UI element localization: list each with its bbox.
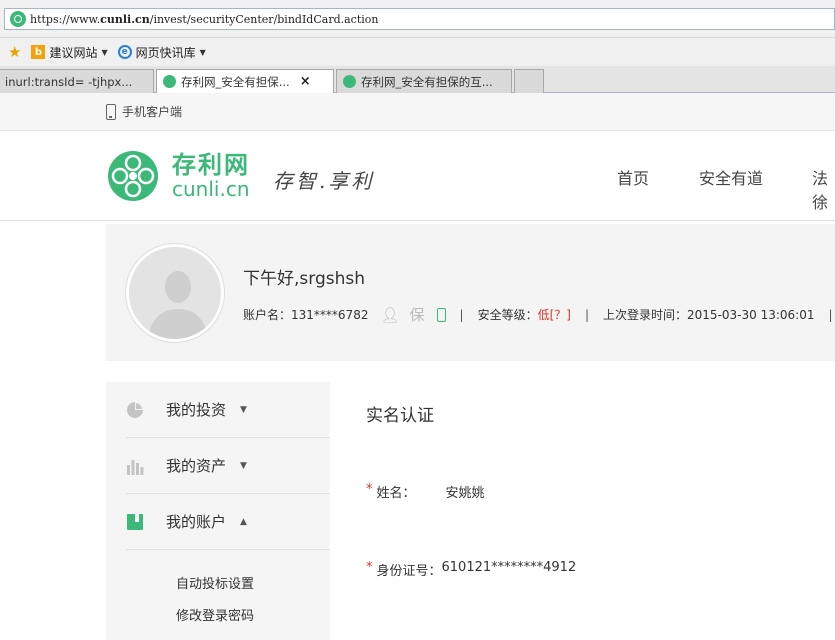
sidebar-item-account[interactable]: 我的账户 ▲ xyxy=(126,494,330,550)
tab-label: inurl:transId= -tjhpx... xyxy=(5,74,133,89)
logo-text: 存利网 cunli.cn xyxy=(172,152,250,200)
required-mark: * xyxy=(366,560,373,575)
chevron-down-icon: ▼ xyxy=(101,47,108,57)
site-topbar: 手机客户端 xyxy=(0,93,835,131)
sidebar-item-label: 我的投资 xyxy=(166,401,227,419)
mobile-client-label: 手机客户端 xyxy=(122,105,183,119)
greeting: 下午好,srgshsh xyxy=(243,269,366,289)
separator: | xyxy=(459,307,464,322)
required-mark: * xyxy=(366,482,373,497)
form-row-name: * 姓名： 安姚姚 xyxy=(366,482,485,501)
address-bar[interactable]: https://www.cunli.cn/invest/securityCent… xyxy=(4,8,835,30)
site-favicon-icon xyxy=(343,75,356,88)
chevron-down-icon: ▼ xyxy=(240,404,247,415)
site-favicon-icon xyxy=(163,75,176,88)
mobile-bound-icon[interactable] xyxy=(436,307,446,322)
sidebar-item-investment[interactable]: 我的投资 ▼ xyxy=(126,382,330,438)
slogan: 存智.享利 xyxy=(273,169,375,193)
tab-label: 存利网_安全有担保的互... xyxy=(361,74,493,89)
last-login-value: 2015-03-30 13:06:01 xyxy=(687,307,815,322)
account-value: 131****6782 xyxy=(291,307,369,322)
sidebar-sub-auto-bid[interactable]: 自动投标设置 xyxy=(176,573,254,592)
phone-icon xyxy=(106,103,116,120)
id-number-value: 610121********4912 xyxy=(441,560,577,575)
address-url[interactable]: https://www.cunli.cn/invest/securityCent… xyxy=(30,13,378,26)
security-level[interactable]: 低[？] xyxy=(538,306,571,323)
form-row-id-number: * 身份证号： 610121********4912 xyxy=(366,560,576,579)
sidebar-item-assets[interactable]: 我的资产 ▼ xyxy=(126,438,330,494)
favorite-web-slice-gallery[interactable]: e 网页快讯库 ▼ xyxy=(117,44,206,61)
chevron-up-icon: ▲ xyxy=(240,516,247,527)
browser-tab-1[interactable]: inurl:transId= -tjhpx... xyxy=(0,69,154,93)
site-favicon-icon xyxy=(10,11,26,27)
nav-legal[interactable]: 法徐 xyxy=(812,165,835,213)
bar-chart-icon xyxy=(127,459,144,475)
separator: | xyxy=(584,307,590,322)
chevron-down-icon: ▼ xyxy=(240,460,247,471)
page-title: 实名认证 xyxy=(366,406,434,426)
name-value: 安姚姚 xyxy=(445,486,485,501)
logo-english: cunli.cn xyxy=(172,177,250,201)
account-label: 账户名： xyxy=(243,308,292,322)
account-sidebar: 我的投资 ▼ 我的资产 ▼ 我的账户 ▲ 自动投标设置 修改登录密码 xyxy=(106,382,330,640)
favorite-label: 建议网站 xyxy=(49,45,98,60)
separator: | xyxy=(828,307,833,322)
id-number-label: 身份证号： xyxy=(376,564,442,579)
name-label: 姓名： xyxy=(376,486,416,501)
browser-address-row: https://www.cunli.cn/invest/securityCent… xyxy=(0,0,835,38)
security-label: 安全等级： xyxy=(477,308,538,322)
browser-tab-3[interactable]: 存利网_安全有担保的互... xyxy=(336,69,512,93)
favorites-star-icon[interactable]: ★ xyxy=(8,43,21,61)
book-icon xyxy=(127,513,143,530)
logo-mark-icon xyxy=(108,151,158,201)
guarantee-icon[interactable]: 保 xyxy=(410,304,425,325)
sidebar-item-label: 我的账户 xyxy=(166,513,227,531)
last-login-label: 上次登录时间： xyxy=(603,308,688,322)
close-icon[interactable]: × xyxy=(300,74,311,89)
nav-security[interactable]: 安全有道 xyxy=(699,165,763,189)
chevron-down-icon: ▼ xyxy=(199,47,206,57)
nav-home[interactable]: 首页 xyxy=(617,165,649,189)
site-logo[interactable]: 存利网 cunli.cn xyxy=(106,149,250,203)
bing-icon: b xyxy=(31,45,46,59)
favorite-suggested-sites[interactable]: b 建议网站 ▼ xyxy=(31,44,108,61)
favorite-label: 网页快讯库 xyxy=(135,45,196,60)
user-icon[interactable]: 👤︎ xyxy=(380,306,399,324)
logo-chinese: 存利网 xyxy=(172,151,250,179)
tab-label: 存利网_安全有担保... xyxy=(181,74,290,89)
avatar[interactable] xyxy=(126,244,224,342)
account-info-line: 账户名： 131****6782 👤︎ 保 | 安全等级： 低[？] | 上次登… xyxy=(243,304,835,325)
pie-chart-icon xyxy=(127,401,143,418)
new-tab-button[interactable] xyxy=(514,69,544,93)
user-silhouette-icon xyxy=(129,247,221,339)
user-info-panel: 下午好,srgshsh 账户名： 131****6782 👤︎ 保 | 安全等级… xyxy=(106,224,835,361)
browser-tab-2[interactable]: 存利网_安全有担保... × xyxy=(156,69,334,93)
ie-icon: e xyxy=(117,45,132,59)
mobile-client-link[interactable]: 手机客户端 xyxy=(106,103,182,120)
site-header: 存利网 cunli.cn 存智.享利 首页 安全有道 法徐 xyxy=(0,131,835,221)
sidebar-sub-change-password[interactable]: 修改登录密码 xyxy=(176,605,254,624)
favorites-bar: ★ b 建议网站 ▼ e 网页快讯库 ▼ xyxy=(0,38,835,66)
browser-tab-row: inurl:transId= -tjhpx... 存利网_安全有担保... × … xyxy=(0,66,835,93)
sidebar-item-label: 我的资产 xyxy=(166,457,227,475)
